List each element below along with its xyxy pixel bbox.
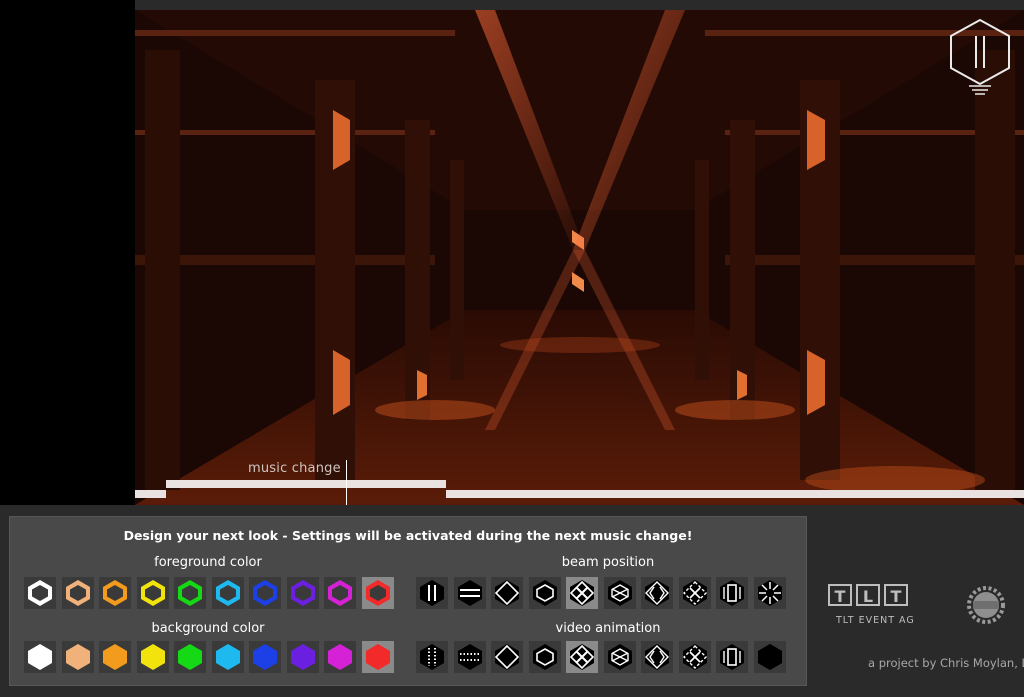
foreground-color-swatch[interactable] xyxy=(211,577,244,609)
video-animation-option[interactable] xyxy=(603,641,636,673)
video-animation-option[interactable] xyxy=(716,641,748,673)
foreground-color-swatch[interactable] xyxy=(361,577,394,609)
vertical-lines-icon xyxy=(420,580,444,606)
look-designer-panel: Design your next look - Settings will be… xyxy=(9,516,807,686)
beam-position-label: beam position xyxy=(561,555,655,570)
beam-position-option[interactable] xyxy=(603,577,636,609)
star-cross-icon xyxy=(682,644,707,670)
beam-position-option[interactable] xyxy=(678,577,711,609)
music-timeline[interactable] xyxy=(135,460,1024,505)
video-animation-option[interactable] xyxy=(491,641,523,673)
tlt-logo: TLT xyxy=(828,584,912,606)
dotted-vertical-icon xyxy=(420,644,444,670)
background-color-swatch[interactable] xyxy=(61,641,94,673)
foreground-color-swatch[interactable] xyxy=(61,577,94,609)
video-stage xyxy=(135,10,1024,505)
star-cross-icon xyxy=(682,580,707,606)
video-animation-option[interactable] xyxy=(753,641,786,673)
background-color-swatch[interactable] xyxy=(211,641,244,673)
timeline-playhead xyxy=(346,460,347,505)
diamond-icon xyxy=(494,644,520,670)
foreground-color-swatch[interactable] xyxy=(286,577,319,609)
horizontal-lines-icon xyxy=(457,580,482,606)
music-change-label: music change xyxy=(248,461,341,476)
bracket-rect-icon xyxy=(720,580,744,606)
foreground-color-label: foreground color xyxy=(154,555,262,570)
beam-position-option[interactable] xyxy=(453,577,486,609)
video-animation-option[interactable] xyxy=(641,641,673,673)
beam-position-option[interactable] xyxy=(641,577,673,609)
left-letterbox xyxy=(0,0,135,505)
beam-position-option[interactable] xyxy=(753,577,786,609)
beam-position-option[interactable] xyxy=(491,577,523,609)
video-animation-option[interactable] xyxy=(453,641,486,673)
tlt-letter: T xyxy=(828,584,852,606)
video-animation-option[interactable] xyxy=(528,641,561,673)
foreground-color-swatch[interactable] xyxy=(136,577,169,609)
background-color-swatch[interactable] xyxy=(24,641,56,673)
beam-position-option[interactable] xyxy=(716,577,748,609)
crossed-diamond-icon xyxy=(607,644,632,670)
timeline-segment xyxy=(166,480,446,488)
hexagon-outline-icon xyxy=(532,644,557,670)
panel-title: Design your next look - Settings will be… xyxy=(123,528,693,543)
tlt-letter: T xyxy=(884,584,908,606)
starburst-icon xyxy=(757,580,782,606)
top-strip xyxy=(0,0,1024,10)
background-color-swatch[interactable] xyxy=(174,641,206,673)
video-animation-option[interactable] xyxy=(566,641,598,673)
beam-position-option[interactable] xyxy=(416,577,448,609)
tlt-subtitle: TLT EVENT AG xyxy=(836,615,915,626)
beam-position-option[interactable] xyxy=(566,577,598,609)
diamond-icon xyxy=(494,580,520,606)
timeline-segment xyxy=(135,490,166,498)
project-logo-icon xyxy=(950,18,1010,95)
background-color-swatch[interactable] xyxy=(249,641,281,673)
dotted-horizontal-icon xyxy=(457,644,482,670)
video-animation-option[interactable] xyxy=(678,641,711,673)
motorwerk-logo-icon xyxy=(967,586,1005,624)
foreground-color-swatch[interactable] xyxy=(324,577,356,609)
x-cross-icon xyxy=(569,644,595,670)
bracket-rect-icon xyxy=(720,644,744,670)
background-color-swatch[interactable] xyxy=(99,641,131,673)
video-animation-label: video animation xyxy=(555,621,661,636)
x-cross-icon xyxy=(569,580,595,606)
foreground-color-swatch[interactable] xyxy=(249,577,281,609)
solid-hexagon-icon xyxy=(757,644,782,670)
background-color-label: background color xyxy=(151,621,265,636)
background-color-swatch[interactable] xyxy=(286,641,319,673)
background-color-swatch[interactable] xyxy=(136,641,169,673)
credit-text: a project by Chris Moylan, L xyxy=(868,656,1024,670)
crossed-diamond-icon xyxy=(607,580,632,606)
beam-position-option[interactable] xyxy=(528,577,561,609)
foreground-color-swatch[interactable] xyxy=(99,577,131,609)
foreground-color-swatch[interactable] xyxy=(24,577,56,609)
double-chevron-icon xyxy=(645,580,669,606)
foreground-color-swatch[interactable] xyxy=(174,577,206,609)
background-color-swatch[interactable] xyxy=(361,641,394,673)
timeline-segment xyxy=(446,490,1024,498)
background-color-swatch[interactable] xyxy=(324,641,356,673)
warehouse-scene xyxy=(135,10,1024,505)
tlt-letter: L xyxy=(856,584,880,606)
hexagon-outline-icon xyxy=(532,580,557,606)
video-animation-option[interactable] xyxy=(416,641,448,673)
double-chevron-icon xyxy=(645,644,669,670)
